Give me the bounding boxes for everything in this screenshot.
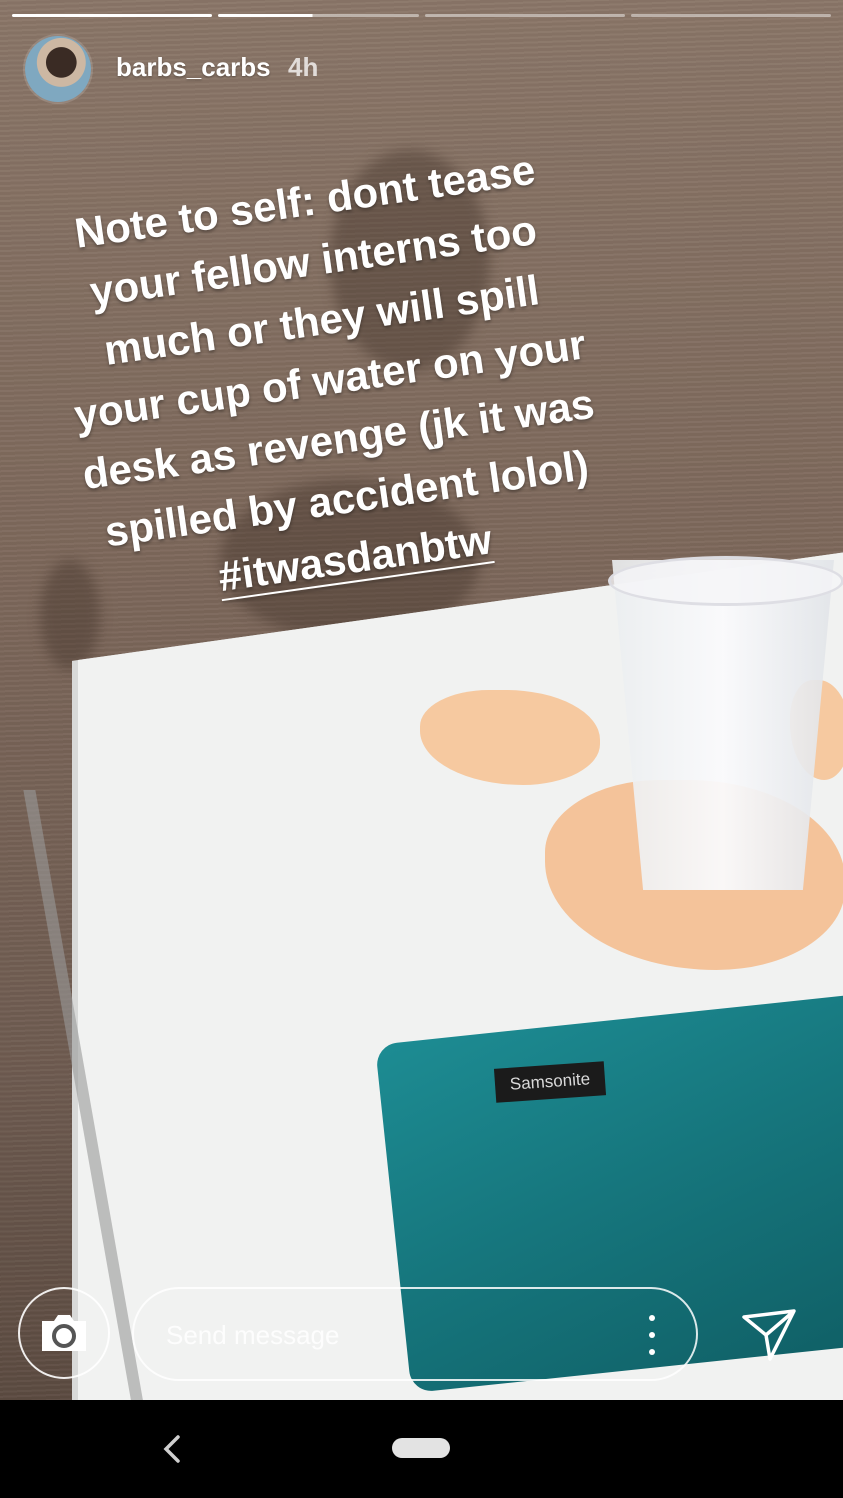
progress-segment — [218, 14, 419, 17]
progress-segment — [12, 14, 213, 17]
water-stain — [40, 560, 100, 670]
story-progress-bar — [12, 14, 831, 18]
avatar[interactable] — [25, 36, 91, 102]
cup-rim — [608, 556, 843, 606]
back-chevron-icon[interactable] — [156, 1432, 188, 1466]
caption-text: Note to self: dont tease your fellow int… — [71, 145, 598, 556]
send-message-field[interactable] — [132, 1287, 698, 1381]
camera-icon — [42, 1315, 86, 1351]
progress-segment — [424, 14, 625, 17]
send-icon[interactable] — [738, 1303, 800, 1365]
camera-button[interactable] — [18, 1287, 110, 1379]
story-screen: Samsonite barbs_carbs 4h Note to self: d… — [0, 0, 843, 1498]
plastic-cup — [612, 560, 834, 890]
more-vertical-icon[interactable] — [642, 1315, 662, 1355]
username[interactable]: barbs_carbs — [116, 52, 271, 83]
home-pill-icon[interactable] — [392, 1438, 450, 1458]
story-caption: Note to self: dont tease your fellow int… — [43, 136, 616, 624]
post-time: 4h — [288, 52, 319, 82]
message-input[interactable] — [164, 1289, 628, 1381]
progress-segment — [630, 14, 831, 17]
